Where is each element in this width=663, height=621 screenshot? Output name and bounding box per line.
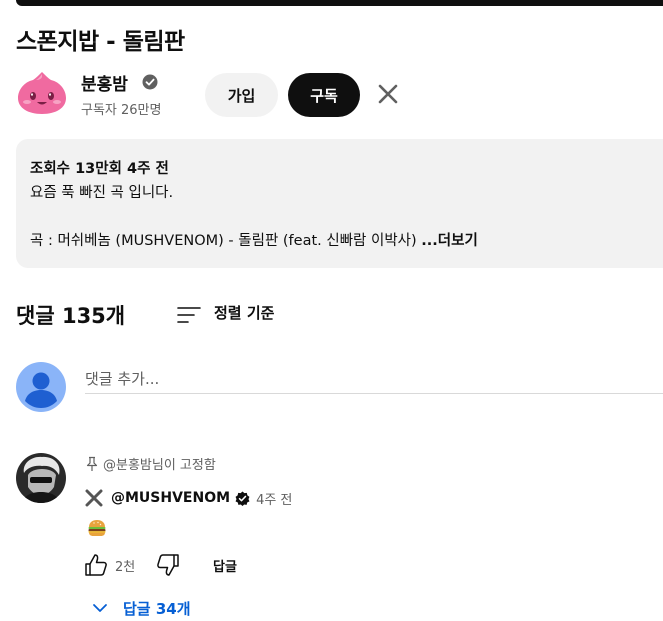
channel-avatar[interactable] (16, 70, 68, 116)
verified-check-icon (235, 490, 250, 506)
description-box[interactable]: 조회수 13만회 4주 전 요즘 푹 빠진 곡 입니다. 곡 : 머쉬베놈 (M… (16, 139, 663, 268)
comments-count: 댓글 135개 (16, 304, 126, 328)
thumbs-down-icon[interactable] (155, 552, 181, 578)
chevron-down-icon (91, 599, 109, 617)
song-credit: 곡 : 머쉬베놈 (MUSHVENOM) - 돌림판 (feat. 신빠람 이박… (30, 233, 422, 249)
channel-row: 분홍밤 구독자 26만명 가입 구독 (16, 68, 663, 120)
thumbs-up-icon[interactable] (83, 552, 109, 578)
comments-header: 댓글 135개 정렬 기준 (16, 298, 416, 332)
show-more-link[interactable]: ...더보기 (421, 233, 478, 249)
close-icon[interactable] (376, 82, 400, 106)
join-button[interactable]: 가입 (205, 73, 278, 117)
sort-icon[interactable] (177, 305, 201, 325)
description-line: 요즘 푹 빠진 곡 입니다. (30, 185, 174, 201)
pin-icon (85, 456, 99, 472)
replies-count: 답글 34개 (123, 599, 191, 618)
x-mark-icon (85, 489, 103, 507)
view-count-and-date: 조회수 13만회 4주 전 (30, 161, 169, 177)
reply-button[interactable]: 답글 (213, 556, 237, 575)
pinned-by-text: @분홍밤님이 고정함 (103, 458, 216, 473)
video-title: 스폰지밥 - 돌림판 (16, 29, 185, 55)
description-song-line: 곡 : 머쉬베놈 (MUSHVENOM) - 돌림판 (feat. 신빠람 이박… (30, 229, 662, 253)
comment-actions: 2천 답글 (83, 550, 383, 580)
sort-button[interactable]: 정렬 기준 (214, 302, 274, 323)
subscribe-button[interactable]: 구독 (288, 73, 360, 117)
like-count: 2천 (115, 560, 136, 575)
comment-time[interactable]: 4주 전 (256, 489, 292, 508)
comment-author-avatar[interactable] (16, 453, 66, 503)
channel-name[interactable]: 분홍밤 (81, 70, 128, 95)
comment-item: @분홍밤님이 고정함 @MUSHVENOM 4주 전 2천 답글 답글 34개 (16, 450, 663, 620)
pinned-label: @분홍밤님이 고정함 (85, 454, 216, 473)
subscriber-count: 구독자 26만명 (81, 103, 162, 118)
video-player-bottom-edge (16, 0, 663, 6)
avatar (16, 362, 66, 412)
verified-check-icon (142, 74, 158, 90)
show-replies-button[interactable]: 답글 34개 (91, 596, 191, 620)
comment-author-name[interactable]: @MUSHVENOM (111, 490, 230, 506)
comment-author-row: @MUSHVENOM 4주 전 (85, 487, 292, 509)
add-comment-row: 댓글 추가... (16, 362, 663, 416)
hamburger-emoji (87, 518, 107, 538)
add-comment-input[interactable]: 댓글 추가... (85, 364, 663, 394)
